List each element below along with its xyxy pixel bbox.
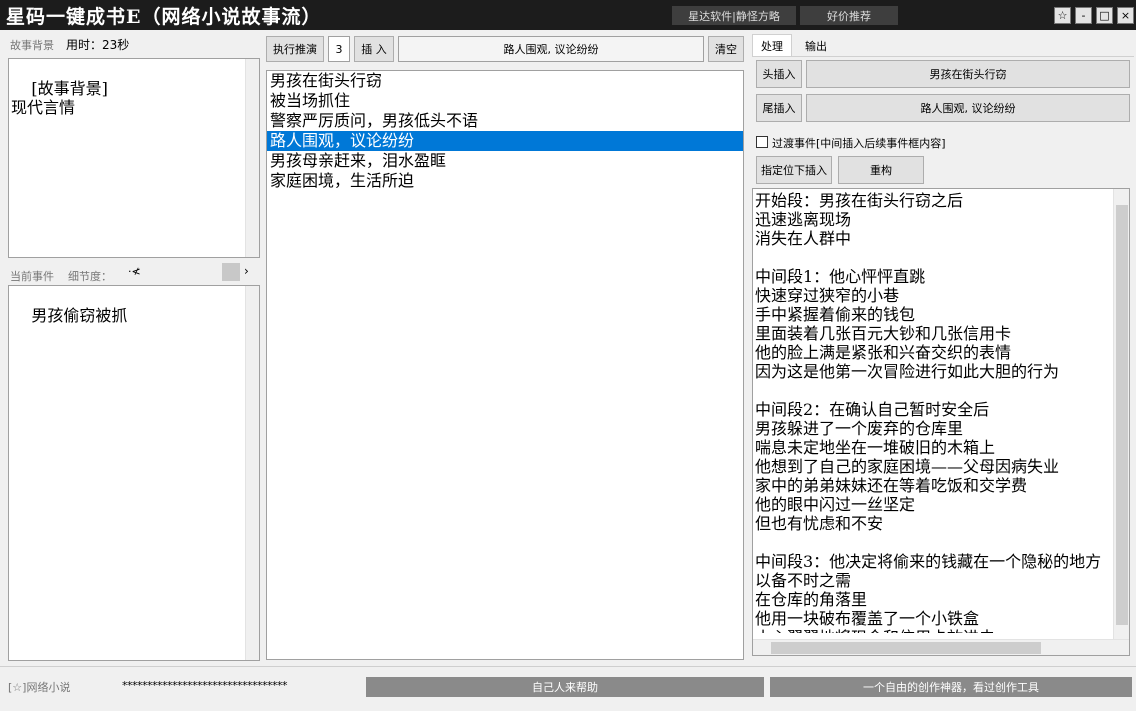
current-event-text: 男孩偷窃被抓 (31, 306, 128, 325)
list-item[interactable]: 家庭困境，生活所迫 (267, 171, 743, 191)
transition-checkbox[interactable] (756, 136, 768, 148)
insert-button[interactable]: 插 入 (354, 36, 394, 62)
background-text: [故事背景] 现代言情 (11, 79, 108, 117)
recommend-button[interactable]: 好价推荐 (800, 6, 898, 25)
event-list[interactable]: 男孩在街头行窃 被当场抓住 警察严厉质问，男孩低头不语 路人围观，议论纷纷 男孩… (266, 70, 744, 660)
output-vscroll-thumb[interactable] (1116, 205, 1128, 625)
output-line: 他的眼中闪过一丝坚定 (755, 495, 916, 514)
output-line: 但也有忧虑和不安 (755, 514, 884, 533)
output-line: 中间段1：他心怦怦直跳 (755, 267, 926, 286)
main-panel: 故事背景 用时：23秒 [故事背景] 现代言情 当前事件 细节度： ·≮ › 男… (0, 30, 1136, 666)
pin-icon[interactable]: ☆ (1054, 7, 1071, 24)
output-line: 喘息未定地坐在一堆破旧的木箱上 (755, 438, 996, 457)
help-button[interactable]: 自己人来帮助 (366, 677, 764, 697)
output-line: 迅速逃离现场 (755, 210, 852, 229)
output-line: 在仓库的角落里 (755, 590, 868, 609)
output-line: 消失在人群中 (755, 229, 852, 248)
creation-tool-button[interactable]: 一个自由的创作神器，看过创作工具 (770, 677, 1132, 697)
clear-button[interactable]: 清空 (708, 36, 744, 62)
elapsed-time: 用时：23秒 (66, 38, 130, 52)
masked-key: ********************************* (122, 679, 288, 692)
background-scrollbar[interactable] (245, 59, 259, 257)
background-textarea[interactable]: [故事背景] 现代言情 (8, 58, 260, 258)
app-title: 星码一键成书E（网络小说故事流） (6, 6, 322, 28)
output-line: 他的脸上满是紧张和兴奋交织的表情 (755, 343, 1012, 362)
tab-process[interactable]: 处理 (752, 34, 792, 56)
output-line: 里面装着几张百元大钞和几张信用卡 (755, 324, 1012, 343)
output-text: 开始段：男孩在街头行窃之后 迅速逃离现场 消失在人群中 中间段1：他心怦怦直跳 快速穿… (753, 189, 1129, 633)
head-insert-value[interactable]: 男孩在街头行窃 (806, 60, 1130, 88)
count-input[interactable]: 3 (328, 36, 350, 62)
maximize-button[interactable]: □ (1096, 7, 1113, 24)
detail-slider[interactable]: ·≮ (128, 265, 141, 278)
transition-checkbox-label: 过渡事件[中间插入后续事件框内容] (772, 137, 946, 150)
list-item[interactable]: 男孩母亲赶来，泪水盈眶 (267, 151, 743, 171)
current-event-label: 当前事件 (10, 270, 54, 283)
output-hscroll-thumb[interactable] (771, 642, 1041, 654)
status-left-text: [☆]网络小说 (8, 681, 71, 694)
list-item[interactable]: 被当场抓住 (267, 91, 743, 111)
detail-level-label: 细节度： (68, 270, 112, 283)
output-line: 快速穿过狭窄的小巷 (755, 286, 900, 305)
output-textarea[interactable]: 开始段：男孩在街头行窃之后 迅速逃离现场 消失在人群中 中间段1：他心怦怦直跳 快速穿… (752, 188, 1130, 656)
status-bar: [☆]网络小说 ********************************… (0, 666, 1136, 711)
output-line: 中间段2：在确认自己暂时安全后 (755, 400, 990, 419)
background-label: 故事背景 (10, 39, 54, 52)
output-vscrollbar[interactable] (1113, 189, 1129, 641)
list-item-selected[interactable]: 路人围观，议论纷纷 (267, 131, 743, 151)
list-item[interactable]: 男孩在街头行窃 (267, 71, 743, 91)
current-event-scrollbar[interactable] (245, 286, 259, 660)
output-line: 他用一块破布覆盖了一个小铁盒 (755, 609, 980, 628)
tail-insert-button[interactable]: 尾插入 (756, 94, 802, 122)
execute-button[interactable]: 执行推演 (266, 36, 324, 62)
output-hscrollbar[interactable] (753, 639, 1129, 655)
output-line: 开始段：男孩在街头行窃之后 (755, 191, 964, 210)
output-line: 以备不时之需 (755, 571, 852, 590)
current-event-textarea[interactable]: 男孩偷窃被抓 (8, 285, 260, 661)
output-line: 家中的弟弟妹妹还在等着吃饭和交学费 (755, 476, 1028, 495)
output-line: 中间段3：他决定将偷来的钱藏在一个隐秘的地方 (755, 552, 1102, 571)
output-line: 小心翼翼地将现金和信用卡放进去 (755, 628, 1109, 633)
tab-output[interactable]: 输出 (796, 36, 836, 56)
title-bar: 星码一键成书E（网络小说故事流） 星达软件|静怪方略 好价推荐 ☆ - □ × (0, 0, 1136, 30)
rebuild-button[interactable]: 重构 (838, 156, 924, 184)
list-item[interactable]: 警察严厉质问，男孩低头不语 (267, 111, 743, 131)
output-line: 他想到了自己的家庭困境——父母因病失业 (755, 457, 1060, 476)
output-line: 因为这是他第一次冒险进行如此大胆的行为 (755, 362, 1060, 381)
close-button[interactable]: × (1117, 7, 1134, 24)
output-line: 男孩躲进了一个废弃的仓库里 (755, 419, 964, 438)
insert-text-field[interactable]: 路人围观, 议论纷纷 (398, 36, 704, 62)
minimize-button[interactable]: - (1075, 7, 1092, 24)
detail-slider-thumb[interactable] (222, 263, 240, 281)
chevron-right-icon[interactable]: › (244, 264, 249, 278)
tab-divider (752, 56, 1134, 57)
tail-insert-value[interactable]: 路人围观, 议论纷纷 (806, 94, 1130, 122)
insert-below-button[interactable]: 指定位下插入 (756, 156, 832, 184)
software-link-button[interactable]: 星达软件|静怪方略 (672, 6, 796, 25)
output-line: 手中紧握着偷来的钱包 (755, 305, 916, 324)
head-insert-button[interactable]: 头插入 (756, 60, 802, 88)
